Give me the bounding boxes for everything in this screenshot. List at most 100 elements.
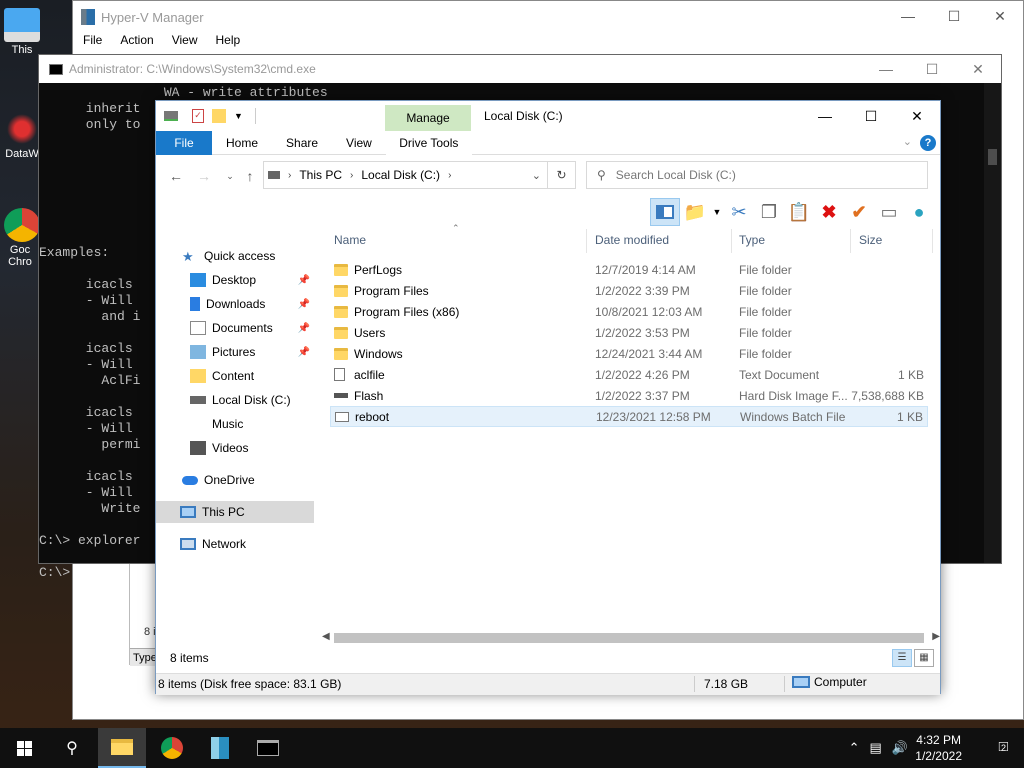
new-folder-icon[interactable] bbox=[212, 109, 226, 123]
menu-help[interactable]: Help bbox=[216, 33, 241, 53]
scroll-right-icon[interactable]: ▶ bbox=[932, 631, 940, 642]
breadcrumb-this-pc[interactable]: This PC bbox=[299, 168, 342, 182]
close-icon[interactable]: ✕ bbox=[955, 55, 1001, 83]
volume-icon[interactable]: 🔊 bbox=[892, 740, 908, 756]
column-divider[interactable] bbox=[586, 229, 587, 253]
nav-item-desktop[interactable]: Desktop 📌 bbox=[156, 269, 314, 291]
close-icon[interactable]: ✕ bbox=[977, 1, 1023, 31]
search-icon[interactable]: ⚲ bbox=[48, 728, 96, 768]
pin-icon[interactable]: 📌 bbox=[298, 299, 310, 310]
properties-icon[interactable]: ✓ bbox=[192, 109, 204, 123]
column-type[interactable]: Type bbox=[739, 233, 765, 247]
table-row[interactable]: Program Files 1/2/2022 3:39 PM File folder bbox=[330, 280, 928, 301]
pin-icon[interactable]: 📌 bbox=[298, 323, 310, 334]
shell-icon[interactable]: ● bbox=[904, 198, 934, 226]
clock[interactable]: 4:32 PM 1/2/2022 bbox=[915, 732, 962, 764]
nav-item-local-disk-c[interactable]: Local Disk (C:) bbox=[156, 389, 314, 411]
column-name[interactable]: Name bbox=[334, 233, 366, 247]
delete-icon[interactable]: ✖ bbox=[814, 198, 844, 226]
nav-item-videos[interactable]: Videos bbox=[156, 437, 314, 459]
column-divider[interactable] bbox=[850, 229, 851, 253]
search-input[interactable] bbox=[615, 168, 906, 182]
hyperv-titlebar[interactable]: Hyper-V Manager bbox=[73, 1, 1023, 33]
breadcrumb-separator[interactable]: › bbox=[448, 170, 451, 181]
close-icon[interactable]: ✕ bbox=[894, 101, 940, 131]
scroll-thumb[interactable] bbox=[334, 633, 924, 643]
minimize-icon[interactable]: — bbox=[863, 55, 909, 83]
search-box[interactable]: ⚲ bbox=[586, 161, 928, 189]
maximize-icon[interactable]: ☐ bbox=[848, 101, 894, 131]
nav-quick-access[interactable]: ★ Quick access bbox=[156, 245, 314, 267]
scroll-left-icon[interactable]: ◀ bbox=[322, 631, 330, 642]
maximize-icon[interactable]: ☐ bbox=[931, 1, 977, 31]
chevron-down-icon[interactable]: ▼ bbox=[710, 198, 724, 226]
back-icon[interactable]: ← bbox=[164, 165, 188, 187]
tab-file[interactable]: File bbox=[156, 130, 212, 155]
new-item-icon[interactable]: 📁 bbox=[680, 198, 710, 226]
taskbar-explorer[interactable] bbox=[98, 728, 146, 768]
forward-icon[interactable]: → bbox=[192, 165, 216, 187]
up-icon[interactable]: ↑ bbox=[238, 165, 262, 187]
table-row[interactable]: reboot 12/23/2021 12:58 PM Windows Batch F… bbox=[330, 406, 928, 427]
cmd-titlebar[interactable]: Administrator: C:\Windows\System32\cmd.e… bbox=[39, 55, 1001, 83]
column-divider[interactable] bbox=[731, 229, 732, 253]
chevron-down-icon[interactable]: ▼ bbox=[234, 111, 243, 121]
table-row[interactable]: PerfLogs 12/7/2019 4:14 AM File folder bbox=[330, 259, 928, 280]
tab-manage[interactable]: Manage bbox=[385, 105, 471, 131]
table-row[interactable]: Program Files (x86) 10/8/2021 12:03 AM Fil… bbox=[330, 301, 928, 322]
expand-ribbon-icon[interactable]: ⌄ bbox=[903, 135, 912, 148]
pin-icon[interactable]: 📌 bbox=[298, 275, 310, 286]
nav-network[interactable]: Network bbox=[156, 533, 314, 555]
checkmark-icon[interactable]: ✔ bbox=[844, 198, 874, 226]
start-button[interactable] bbox=[0, 728, 48, 768]
scroll-thumb[interactable] bbox=[988, 149, 997, 165]
tab-view[interactable]: View bbox=[332, 131, 386, 155]
column-size[interactable]: Size bbox=[859, 233, 882, 247]
breadcrumb-separator[interactable]: › bbox=[288, 170, 291, 181]
notification-icon[interactable]: □2 bbox=[999, 738, 1008, 755]
breadcrumb-local-disk[interactable]: Local Disk (C:) bbox=[361, 168, 440, 182]
paste-icon[interactable]: 📋 bbox=[784, 198, 814, 226]
nav-item-content[interactable]: Content bbox=[156, 365, 314, 387]
cut-icon[interactable]: ✂ bbox=[724, 198, 754, 226]
nav-item-downloads[interactable]: Downloads 📌 bbox=[156, 293, 314, 315]
breadcrumb-separator[interactable]: › bbox=[350, 170, 353, 181]
table-row[interactable]: Flash 1/2/2022 3:37 PM Hard Disk Image F..… bbox=[330, 385, 928, 406]
menu-action[interactable]: Action bbox=[120, 33, 153, 53]
copy-icon[interactable]: ❐ bbox=[754, 198, 784, 226]
tab-drive-tools[interactable]: Drive Tools bbox=[385, 130, 472, 155]
details-view-icon[interactable]: ☰ bbox=[892, 649, 912, 667]
taskbar-cmd[interactable] bbox=[244, 728, 292, 768]
nav-this-pc[interactable]: This PC bbox=[156, 501, 314, 523]
nav-onedrive[interactable]: OneDrive bbox=[156, 469, 314, 491]
nav-item-music[interactable]: Music bbox=[156, 413, 314, 435]
nav-item-documents[interactable]: Documents 📌 bbox=[156, 317, 314, 339]
address-bar[interactable]: › This PC › Local Disk (C:) › ⌄ ↻ bbox=[263, 161, 576, 189]
chevron-up-icon[interactable]: ⌃ bbox=[849, 740, 860, 756]
refresh-icon[interactable]: ↻ bbox=[547, 162, 575, 188]
table-row[interactable]: Users 1/2/2022 3:53 PM File folder bbox=[330, 322, 928, 343]
horizontal-scrollbar[interactable]: ◀ ▶ bbox=[320, 631, 940, 645]
minimize-icon[interactable]: — bbox=[802, 101, 848, 131]
large-icons-view-icon[interactable]: ▦ bbox=[914, 649, 934, 667]
preview-pane-icon[interactable] bbox=[650, 198, 680, 226]
desktop-icon-this-pc[interactable]: This bbox=[0, 8, 44, 56]
network-icon[interactable]: ▤ bbox=[870, 740, 882, 756]
tab-home[interactable]: Home bbox=[212, 131, 272, 155]
maximize-icon[interactable]: ☐ bbox=[909, 55, 955, 83]
minimize-icon[interactable]: — bbox=[885, 1, 931, 31]
chevron-down-icon[interactable]: ⌄ bbox=[532, 169, 541, 182]
nav-item-pictures[interactable]: Pictures 📌 bbox=[156, 341, 314, 363]
taskbar-chrome[interactable] bbox=[148, 728, 196, 768]
console-scrollbar[interactable] bbox=[984, 83, 1001, 563]
tab-share[interactable]: Share bbox=[272, 131, 332, 155]
column-date[interactable]: Date modified bbox=[595, 233, 669, 247]
column-divider[interactable] bbox=[932, 229, 933, 253]
pin-icon[interactable]: 📌 bbox=[298, 347, 310, 358]
rename-icon[interactable]: ▭ bbox=[874, 198, 904, 226]
menu-view[interactable]: View bbox=[172, 33, 198, 53]
table-row[interactable]: aclfile 1/2/2022 4:26 PM Text Document 1 KB bbox=[330, 364, 928, 385]
help-icon[interactable]: ? bbox=[920, 135, 936, 151]
taskbar-hyperv[interactable] bbox=[196, 728, 244, 768]
menu-file[interactable]: File bbox=[83, 33, 102, 53]
